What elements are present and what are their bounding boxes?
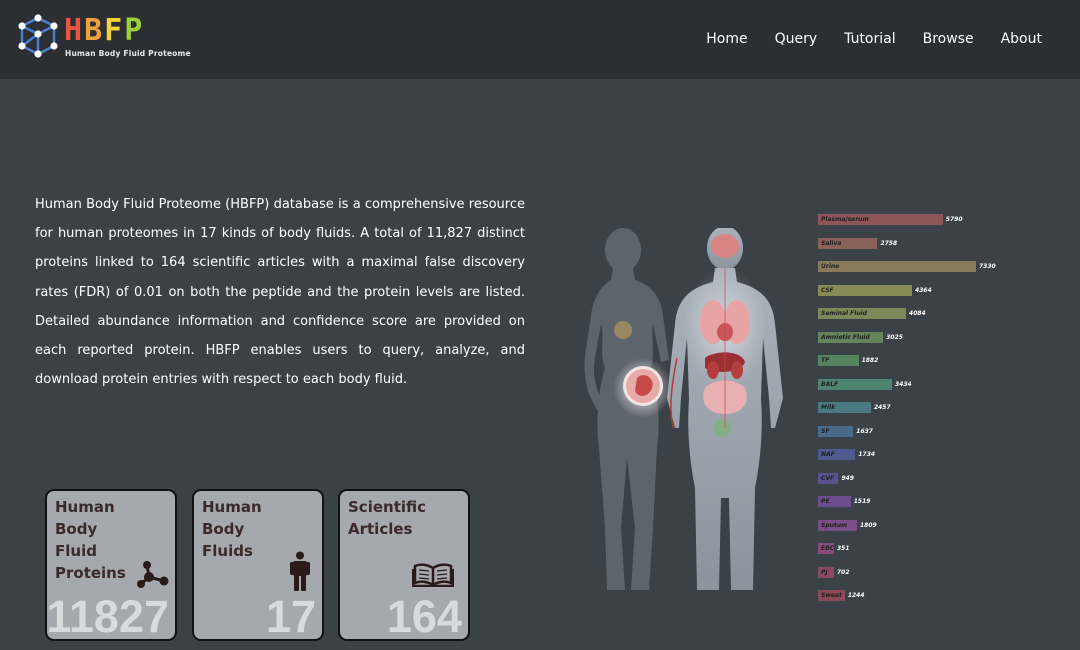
bar-value-label: 7330 xyxy=(979,263,996,270)
bar-value-label: 351 xyxy=(837,545,850,552)
nav-about[interactable]: About xyxy=(1001,31,1042,47)
title-line: Human xyxy=(202,498,262,516)
logo-letter-h: H xyxy=(64,13,85,48)
bar-value-label: 5790 xyxy=(945,216,963,223)
bar-row[interactable]: Urine 7330 xyxy=(818,261,1058,272)
bar-urine[interactable]: Urine xyxy=(818,261,976,272)
bar-amniotic-fluid[interactable]: Amniotic Fluid xyxy=(818,331,884,343)
bar-row[interactable]: Sweat 1244 xyxy=(818,590,1058,601)
book-icon xyxy=(412,563,454,587)
bar-balf[interactable]: BALF xyxy=(818,378,893,390)
stat-card-articles[interactable]: Scientific Articles 164 xyxy=(338,489,470,641)
bar-csf[interactable]: CSF xyxy=(818,284,913,296)
bar-pj[interactable]: PJ xyxy=(818,566,834,578)
bar-row[interactable]: TF 1882 xyxy=(818,355,1058,366)
stat-value: 164 xyxy=(386,591,462,641)
bar-value-label: 1519 xyxy=(853,498,871,505)
bar-row[interactable]: NAF 1734 xyxy=(818,449,1058,460)
network-logo-icon[interactable] xyxy=(14,12,62,60)
logo-letter-f: F xyxy=(104,13,125,48)
bar-value-label: 3025 xyxy=(886,333,903,341)
bar-row[interactable]: SF 1637 xyxy=(818,425,1058,437)
bar-row[interactable]: Sputum 1809 xyxy=(818,519,1058,531)
bar-row[interactable]: CSF 4364 xyxy=(818,284,1058,296)
bar-naf[interactable]: NAF xyxy=(818,449,856,460)
bar-value-label: 1882 xyxy=(861,357,879,364)
bar-sf[interactable]: SF xyxy=(818,425,854,437)
title-line: Body xyxy=(55,520,98,538)
intro-paragraph: Human Body Fluid Proteome (HBFP) databas… xyxy=(35,197,525,388)
bar-row[interactable]: BALF 3434 xyxy=(818,378,1058,390)
stat-card-fluids[interactable]: Human Body Fluids 17 xyxy=(192,489,324,641)
molecule-icon xyxy=(137,561,169,588)
bar-value-label: 1637 xyxy=(856,427,873,435)
bar-plasma-serum[interactable]: Plasma/serum xyxy=(818,214,943,225)
bar-row[interactable]: PE 1519 xyxy=(818,496,1058,507)
nav-tutorial[interactable]: Tutorial xyxy=(844,31,895,47)
title-line: Scientific xyxy=(348,498,427,516)
person-icon xyxy=(290,551,310,591)
bar-value-label: 4364 xyxy=(915,286,932,294)
logo-letter-p: P xyxy=(124,13,145,48)
bar-pe[interactable]: PE xyxy=(818,496,851,507)
title-line: Body xyxy=(202,520,245,538)
stat-card-title: Scientific Articles xyxy=(348,496,458,540)
bar-saliva[interactable]: Saliva xyxy=(818,237,878,249)
body-fluid-protein-bar-chart: Plasma/serum 5790 Saliva 2758 Urine 7330 CSF 43… xyxy=(818,212,1058,612)
logo-letter-b: B xyxy=(84,13,105,48)
bar-value-label: 1244 xyxy=(847,592,865,599)
title-line: Articles xyxy=(348,520,413,538)
bar-value-label: 2758 xyxy=(880,239,898,247)
stat-value: 11827 xyxy=(46,591,169,641)
bar-milk[interactable]: Milk xyxy=(818,402,871,413)
nav-browse[interactable]: Browse xyxy=(923,31,974,47)
bar-row[interactable]: PJ 702 xyxy=(818,566,1058,578)
nav-query[interactable]: Query xyxy=(775,31,818,47)
bar-sputum[interactable]: Sputum xyxy=(818,519,857,531)
bar-value-label: 2457 xyxy=(873,404,891,411)
human-body-illustration xyxy=(584,228,783,590)
bar-value-label: 1734 xyxy=(858,451,876,458)
bar-value-label: 4084 xyxy=(909,310,926,317)
stat-value: 17 xyxy=(265,591,316,641)
bar-row[interactable]: CVF 949 xyxy=(818,472,1058,484)
bar-sweat[interactable]: Sweat xyxy=(818,590,845,601)
bar-row[interactable]: Amniotic Fluid 3025 xyxy=(818,331,1058,343)
bar-value-label: 1809 xyxy=(859,521,877,529)
bar-row[interactable]: Milk 2457 xyxy=(818,402,1058,413)
bar-value-label: 949 xyxy=(841,474,854,482)
logo-subtitle: Human Body Fluid Proteome xyxy=(65,49,191,58)
top-navbar: HBFP Human Body Fluid Proteome Home Quer… xyxy=(0,0,1080,79)
bar-value-label: 702 xyxy=(837,568,850,576)
bar-row[interactable]: EBC 351 xyxy=(818,543,1058,554)
bar-seminal-fluid[interactable]: Seminal Fluid xyxy=(818,308,907,319)
bar-row[interactable]: Saliva 2758 xyxy=(818,237,1058,249)
bar-row[interactable]: Seminal Fluid 4084 xyxy=(818,308,1058,319)
main-nav: Home Query Tutorial Browse About xyxy=(706,31,1042,47)
logo-title[interactable]: HBFP xyxy=(64,16,144,46)
bar-value-label: 3434 xyxy=(895,380,912,388)
title-line: Human xyxy=(55,498,115,516)
nav-home[interactable]: Home xyxy=(706,31,747,47)
bar-row[interactable]: Plasma/serum 5790 xyxy=(818,214,1058,225)
bar-cvf[interactable]: CVF xyxy=(818,472,839,484)
bar-ebc[interactable]: EBC xyxy=(818,543,834,554)
stat-card-proteins[interactable]: Human Body Fluid Proteins 11827 xyxy=(45,489,177,641)
bar-tf[interactable]: TF xyxy=(818,355,859,366)
